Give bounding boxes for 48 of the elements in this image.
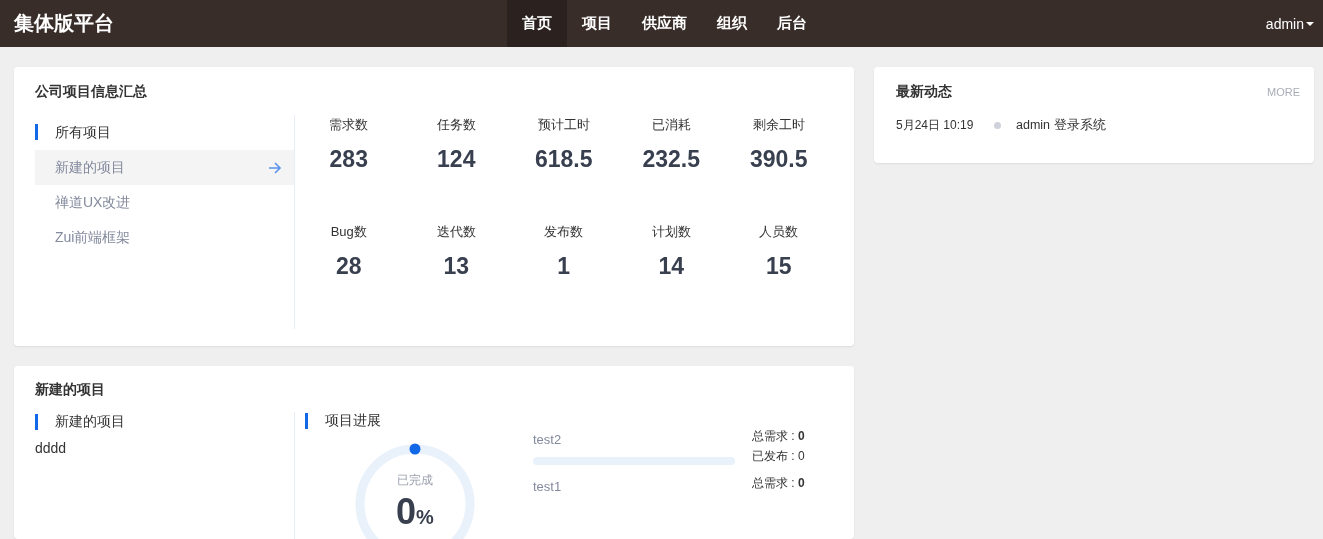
stat-value: 14	[658, 253, 685, 280]
released-count: 已发布 : 0	[752, 448, 805, 465]
stat-value: 124	[437, 146, 476, 173]
activity-time: 5月24日 10:19	[896, 117, 975, 134]
nav-tab[interactable]: 项目	[567, 0, 627, 47]
stat-value: 232.5	[642, 146, 701, 173]
total-requirements: 总需求 : 0	[752, 475, 805, 492]
project-list-item[interactable]: 所有项目	[35, 115, 294, 150]
stat-value: 28	[335, 253, 362, 280]
stat-value: 1	[557, 253, 571, 280]
stat-value: 15	[765, 253, 792, 280]
card-title: 最新动态	[896, 83, 952, 101]
completion-unit: %	[416, 506, 434, 529]
stat-label: 已消耗	[651, 116, 691, 134]
nav-tab[interactable]: 组织	[702, 0, 762, 47]
stat-label: 任务数	[436, 116, 476, 134]
stat-value: 618.5	[534, 146, 593, 173]
stat-label: 发布数	[544, 223, 584, 241]
completion-value: 0	[396, 491, 417, 533]
stat-label: Bug数	[330, 223, 367, 241]
section-heading: 项目进展	[305, 412, 805, 430]
section-heading: 新建的项目	[35, 413, 125, 431]
project-list-item[interactable]: Zui前端框架	[35, 220, 294, 255]
stat-label: 剩余工时	[752, 116, 805, 134]
stat-label: 人员数	[759, 223, 799, 241]
stat-label: 迭代数	[436, 223, 476, 241]
completion-label: 已完成	[397, 472, 433, 489]
card-title: 新建的项目	[35, 381, 106, 399]
nav-tab[interactable]: 后台	[762, 0, 822, 47]
stat-label: 计划数	[651, 223, 691, 241]
activity-text: admin 登录系统	[1016, 117, 1106, 134]
total-requirements: 总需求 : 0	[752, 428, 805, 445]
arrow-right-icon	[268, 161, 282, 174]
user-menu[interactable]: admin	[1265, 15, 1314, 32]
stat-value: 283	[329, 146, 368, 173]
project-list-item[interactable]: 禅道UX改进	[35, 185, 294, 220]
stat-value: 13	[443, 253, 470, 280]
stat-value: 390.5	[749, 146, 808, 173]
nav-tab[interactable]: 供应商	[627, 0, 702, 47]
project-description: dddd	[35, 440, 67, 456]
nav-tab[interactable]: 首页	[507, 0, 567, 47]
card-title: 公司项目信息汇总	[35, 83, 148, 101]
stat-label: 需求数	[329, 116, 369, 134]
timeline-dot-icon	[994, 122, 1001, 129]
stat-label: 预计工时	[537, 116, 590, 134]
progress-item-name: test1	[533, 479, 562, 494]
brand-title: 集体版平台	[13, 11, 114, 36]
progress-item-name: test2	[533, 432, 562, 447]
